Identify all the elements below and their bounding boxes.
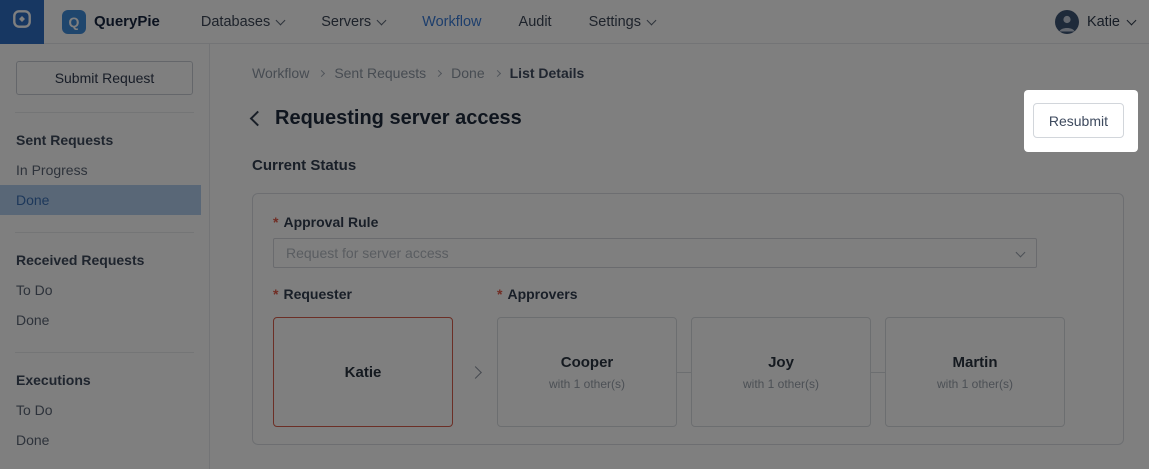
sidebar-divider (15, 112, 194, 113)
current-status-panel: * Approval Rule Request for server acces… (252, 193, 1124, 445)
submit-request-button[interactable]: Submit Request (16, 61, 193, 95)
approval-flow: Katie Cooper with 1 other(s) Joy with 1 … (273, 317, 1103, 427)
approval-rule-select[interactable]: Request for server access (273, 238, 1037, 268)
sidebar-item-received-done[interactable]: Done (0, 305, 209, 335)
user-avatar (1054, 9, 1079, 34)
requester-label: * Requester (273, 286, 352, 302)
breadcrumb-separator-icon (435, 69, 443, 77)
sidebar-item-executions-todo[interactable]: To Do (0, 395, 209, 425)
sidebar-divider (15, 352, 194, 353)
required-mark: * (497, 286, 503, 302)
approver-others: with 1 other(s) (548, 376, 626, 391)
approvers-label: * Approvers (497, 286, 578, 302)
page-title: Requesting server access (275, 107, 522, 129)
sidebar-item-executions-done[interactable]: Done (0, 425, 209, 455)
nav-item-audit[interactable]: Audit (519, 14, 552, 30)
requester-card: Katie (273, 317, 453, 427)
flow-arrow (453, 317, 497, 427)
breadcrumb-list-details: List Details (509, 65, 585, 81)
sidebar: Submit Request Sent Requests In Progress… (0, 44, 210, 469)
approver-name: Martin (952, 353, 998, 371)
breadcrumb: Workflow Sent Requests Done List Details (252, 65, 1124, 81)
breadcrumb-sent-requests[interactable]: Sent Requests (334, 65, 426, 81)
breadcrumb-separator-icon (318, 69, 326, 77)
required-mark: * (273, 214, 279, 230)
app-logo[interactable]: Q QueryPie (62, 9, 160, 34)
brand-strip[interactable] (0, 0, 44, 44)
nav-item-settings[interactable]: Settings (589, 14, 657, 30)
chevron-down-icon (1126, 15, 1137, 26)
chevron-down-icon (646, 15, 657, 26)
breadcrumb-workflow[interactable]: Workflow (252, 65, 309, 81)
approver-others: with 1 other(s) (742, 376, 820, 391)
approver-name: Joy (768, 353, 794, 371)
nav-item-workflow[interactable]: Workflow (422, 14, 481, 30)
flow-connector (871, 317, 885, 427)
user-menu[interactable]: Katie (1054, 9, 1137, 34)
approver-card: Martin with 1 other(s) (885, 317, 1065, 427)
sidebar-divider (15, 232, 194, 233)
chevron-down-icon (275, 15, 286, 26)
approver-others: with 1 other(s) (936, 376, 1014, 391)
sidebar-item-sent-in-progress[interactable]: In Progress (0, 155, 209, 185)
chevron-down-icon (1015, 247, 1026, 257)
approver-card: Joy with 1 other(s) (691, 317, 871, 427)
querypie-mark-icon (11, 8, 33, 35)
flow-labels-row: * Requester * Approvers (273, 286, 1103, 302)
querypie-q-icon: Q (62, 9, 86, 34)
approval-rule-placeholder: Request for server access (286, 245, 449, 261)
flow-connector (677, 317, 691, 427)
chevron-left-icon (249, 110, 266, 127)
breadcrumb-done[interactable]: Done (451, 65, 484, 81)
user-name: Katie (1086, 13, 1120, 30)
brand-name: QueryPie (94, 13, 160, 30)
breadcrumb-separator-icon (493, 69, 501, 77)
current-status-label: Current Status (252, 157, 357, 174)
sidebar-section-sent-requests: Sent Requests (16, 132, 114, 148)
chevron-down-icon (376, 15, 387, 26)
sidebar-item-sent-done[interactable]: Done (0, 185, 201, 215)
sidebar-item-received-todo[interactable]: To Do (0, 275, 209, 305)
nav-item-databases[interactable]: Databases (201, 14, 286, 30)
back-button[interactable] (249, 110, 266, 127)
sidebar-section-received-requests: Received Requests (16, 252, 145, 268)
nav-item-servers[interactable]: Servers (321, 14, 387, 30)
app-window: Q QueryPie Databases Servers Workflow Au… (0, 0, 1149, 469)
approval-rule-label: * Approval Rule (273, 214, 379, 230)
main-content: Workflow Sent Requests Done List Details… (210, 44, 1149, 469)
chevron-right-icon (468, 365, 482, 379)
sidebar-section-executions: Executions (16, 372, 91, 388)
requester-name: Katie (344, 363, 382, 381)
top-navbar: Q QueryPie Databases Servers Workflow Au… (0, 0, 1149, 44)
nav-menu: Databases Servers Workflow Audit Setting… (201, 14, 657, 30)
resubmit-button[interactable]: Resubmit (1032, 103, 1124, 138)
approver-card: Cooper with 1 other(s) (497, 317, 677, 427)
approver-name: Cooper (560, 353, 614, 371)
required-mark: * (273, 286, 279, 302)
